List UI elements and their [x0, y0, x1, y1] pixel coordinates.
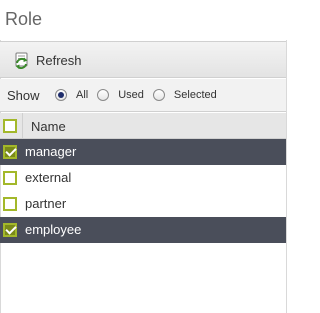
- header-separator: [22, 113, 23, 139]
- refresh-icon: [15, 52, 28, 69]
- role-panel: Role Refresh Show All Used Selected Name…: [0, 0, 288, 313]
- radio-label-selected: Selected: [173, 89, 217, 101]
- refresh-button[interactable]: Refresh: [13, 50, 82, 70]
- table-row[interactable]: external: [0, 165, 286, 191]
- filter-option-selected[interactable]: Selected: [152, 89, 217, 101]
- show-label: Show: [7, 87, 40, 103]
- panel-title: Role: [5, 9, 43, 29]
- table-row[interactable]: partner: [0, 191, 286, 217]
- refresh-label: Refresh: [36, 52, 82, 68]
- radio-used[interactable]: [97, 89, 110, 101]
- radio-label-all: All: [76, 89, 89, 101]
- radio-selected[interactable]: [152, 89, 165, 101]
- filter-bar: Show All Used Selected: [0, 79, 286, 112]
- row-label: external: [25, 170, 72, 185]
- row-checkbox[interactable]: [3, 171, 17, 185]
- radio-label-used: Used: [118, 89, 144, 101]
- select-all-checkbox[interactable]: [3, 119, 17, 133]
- table-row[interactable]: manager: [0, 139, 286, 165]
- table-row[interactable]: employee: [0, 217, 286, 243]
- row-label: partner: [25, 196, 67, 211]
- row-label: manager: [25, 144, 77, 159]
- toolbar: Refresh: [0, 41, 286, 78]
- panel-right-border: [286, 40, 287, 313]
- radio-all[interactable]: [55, 89, 67, 101]
- row-checkbox[interactable]: [3, 197, 17, 211]
- row-checkbox[interactable]: [3, 145, 17, 159]
- filter-option-used[interactable]: Used: [97, 89, 144, 101]
- grid-header: Name: [0, 113, 286, 139]
- column-header-name[interactable]: Name: [31, 119, 66, 134]
- row-checkbox[interactable]: [3, 223, 17, 237]
- row-label: employee: [25, 222, 82, 237]
- filter-option-all[interactable]: All: [55, 89, 88, 101]
